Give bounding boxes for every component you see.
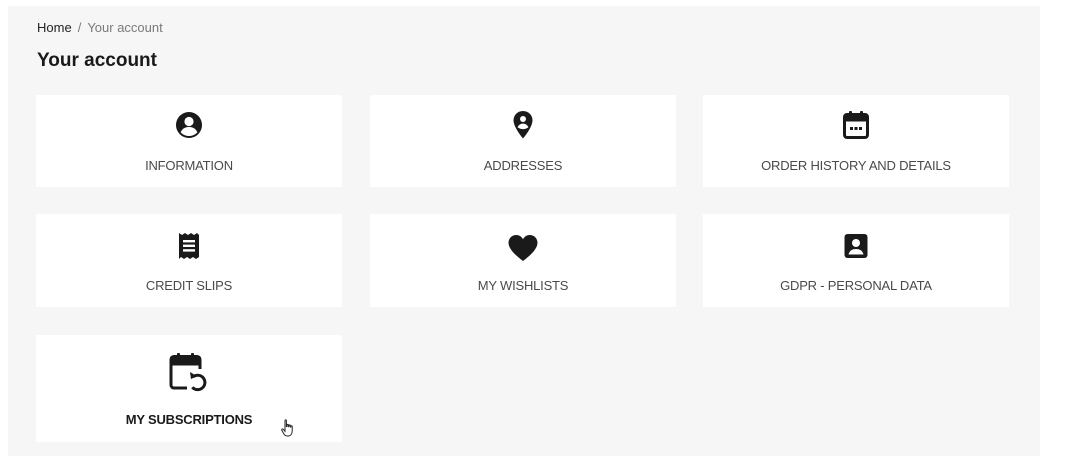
- hand-pointer-icon: [281, 419, 293, 437]
- tile-label: MY WISHLISTS: [477, 278, 569, 293]
- tile-label: ADDRESSES: [483, 158, 563, 173]
- tile-credit-slips[interactable]: CREDIT SLIPS: [36, 214, 342, 307]
- tile-my-subscriptions[interactable]: MY SUBSCRIPTIONS: [36, 335, 342, 442]
- breadcrumb: Home / Your account: [37, 20, 163, 35]
- page-title: Your account: [37, 50, 157, 71]
- tile-label: ORDER HISTORY AND DETAILS: [761, 158, 951, 173]
- tile-information[interactable]: INFORMATION: [36, 95, 342, 187]
- heart-icon: [508, 235, 538, 261]
- tile-my-wishlists[interactable]: MY WISHLISTS: [370, 214, 676, 307]
- tile-label: CREDIT SLIPS: [145, 278, 233, 293]
- receipt-icon: [179, 233, 199, 259]
- tile-label: MY SUBSCRIPTIONS: [125, 412, 253, 427]
- map-pin-icon: [513, 111, 533, 139]
- calendar-icon: [843, 111, 869, 139]
- tile-addresses[interactable]: ADDRESSES: [370, 95, 676, 187]
- tile-label: INFORMATION: [145, 158, 233, 173]
- calendar-refresh-icon: [169, 353, 207, 392]
- breadcrumb-separator: /: [77, 20, 82, 35]
- breadcrumb-current: Your account: [87, 20, 163, 35]
- tile-label: GDPR - PERSONAL DATA: [780, 278, 932, 293]
- user-circle-icon: [176, 112, 202, 138]
- tile-gdpr-personal-data[interactable]: GDPR - PERSONAL DATA: [703, 214, 1009, 307]
- contact-card-icon: [844, 234, 868, 258]
- tile-order-history[interactable]: ORDER HISTORY AND DETAILS: [703, 95, 1009, 187]
- breadcrumb-home-link[interactable]: Home: [37, 20, 72, 35]
